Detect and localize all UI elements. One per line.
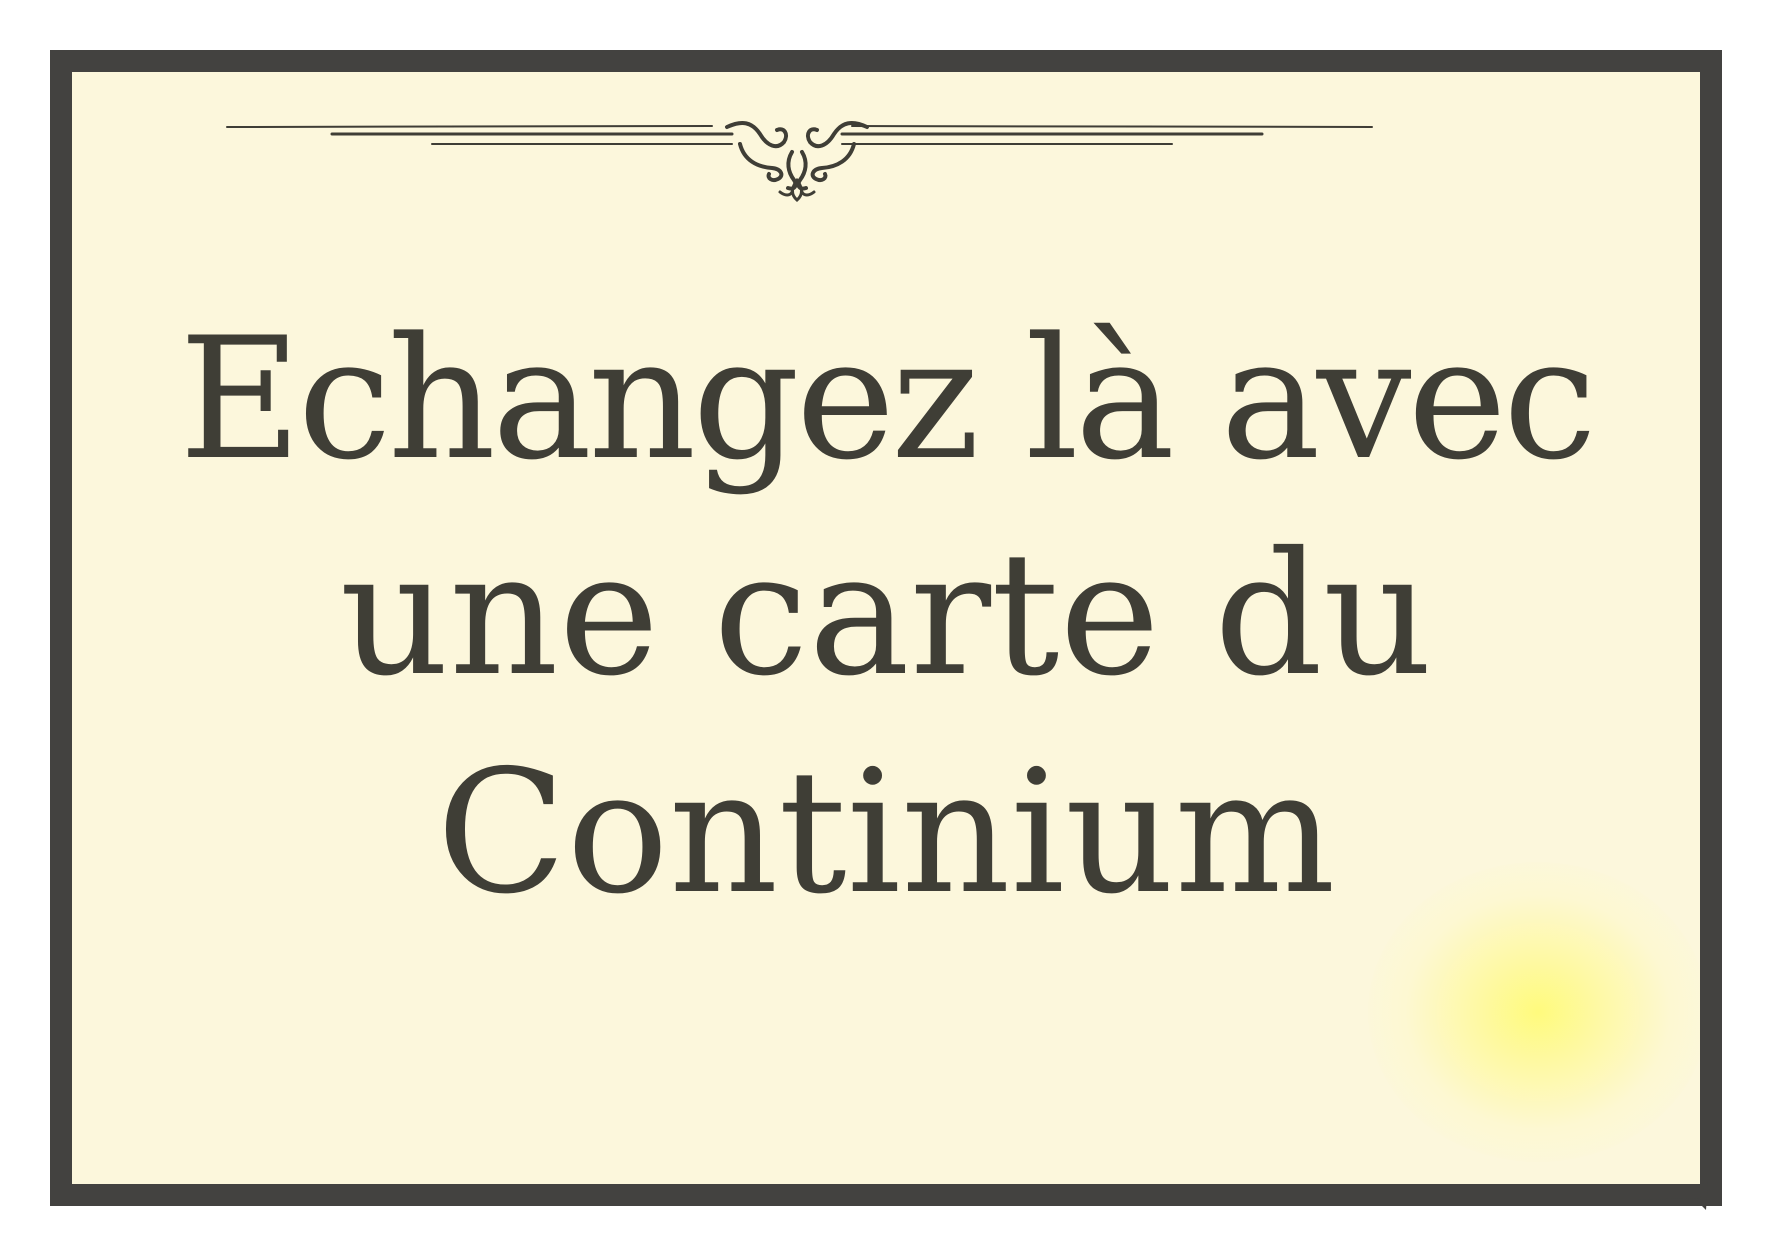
frame-edge-wisp xyxy=(1636,1182,1711,1210)
flourish-divider-icon xyxy=(226,120,1373,202)
message-line-1: Echangez là avec xyxy=(178,301,1597,497)
message-card: Echangez là avec une carte du Continium xyxy=(50,50,1722,1206)
message-line-2: une carte du xyxy=(339,516,1433,715)
message-line-3: Continium xyxy=(436,733,1336,932)
card-message: Echangez là avec une carte du Continium xyxy=(72,292,1700,942)
